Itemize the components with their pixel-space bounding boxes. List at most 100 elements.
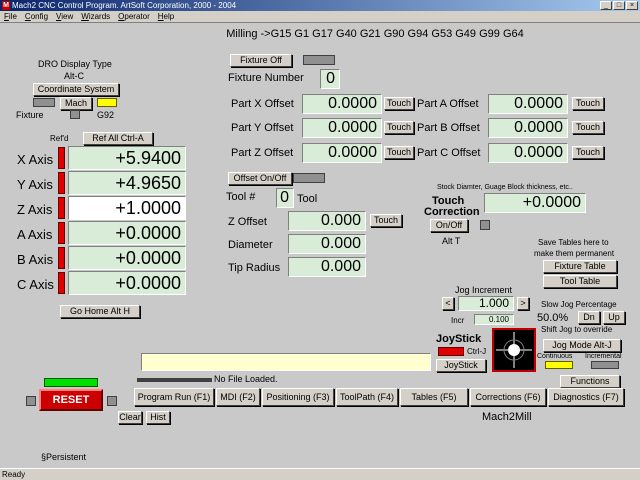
x-axis-label: X Axis [17, 152, 54, 167]
a-axis-dro[interactable]: +0.0000 [68, 221, 186, 245]
tip-radius-label: Tip Radius [228, 262, 281, 274]
menu-wizards[interactable]: Wizards [77, 11, 114, 23]
menu-help[interactable]: Help [154, 11, 178, 23]
part-a-touch-button[interactable]: Touch [572, 97, 604, 110]
y-axis-dro[interactable]: +4.9650 [68, 171, 186, 195]
menu-config[interactable]: Config [21, 11, 52, 23]
b-axis-ref-led [58, 247, 65, 269]
touch-correction-alt: Alt T [442, 236, 461, 246]
z-offset-touch-button[interactable]: Touch [370, 214, 402, 227]
mach-button[interactable]: Mach [60, 97, 92, 110]
hist-button[interactable]: Hist [146, 411, 170, 424]
touch-correction-onoff-button[interactable]: On/Off [430, 219, 468, 232]
offset-onoff-button[interactable]: Offset On/Off [228, 172, 292, 185]
b-axis-dro[interactable]: +0.0000 [68, 246, 186, 270]
menu-operator[interactable]: Operator [114, 11, 154, 23]
jog-mode-button[interactable]: Jog Mode Alt-J [543, 339, 621, 352]
z-axis-dro[interactable]: +1.0000 [68, 196, 186, 220]
fixture-table-button[interactable]: Fixture Table [543, 260, 617, 273]
close-button[interactable]: × [626, 1, 638, 10]
menu-file[interactable]: File [0, 11, 21, 23]
jog-increment-next-button[interactable]: > [517, 297, 529, 310]
a-axis-ref-led [58, 222, 65, 244]
go-home-button[interactable]: Go Home Alt H [60, 305, 140, 318]
part-z-touch-button[interactable]: Touch [384, 146, 414, 159]
menu-bar: File Config View Wizards Operator Help [0, 11, 640, 23]
z-offset-dro[interactable]: 0.000 [288, 211, 366, 231]
fixture-label: Fixture [16, 110, 44, 120]
touch-correction-label-2: Correction [424, 206, 480, 218]
g92-label: G92 [97, 110, 115, 120]
a-axis-label: A Axis [17, 227, 53, 242]
part-y-touch-button[interactable]: Touch [384, 121, 414, 134]
tool-table-button[interactable]: Tool Table [543, 275, 617, 288]
mdi-input[interactable] [141, 353, 431, 371]
tab-corrections[interactable]: Corrections (F6) [470, 388, 546, 406]
clear-button[interactable]: Clear [118, 411, 142, 424]
minimize-button[interactable]: _ [600, 1, 612, 10]
part-x-offset-dro[interactable]: 0.0000 [302, 94, 382, 114]
g92-led [97, 98, 117, 107]
fixture-number-dro[interactable]: 0 [320, 69, 340, 89]
part-b-offset-label: Part B Offset [417, 122, 480, 134]
ref-all-button[interactable]: Ref All Ctrl-A [83, 132, 153, 145]
reset-button[interactable]: RESET [39, 389, 103, 411]
z-axis-ref-led [58, 197, 65, 219]
slow-jog-dn-button[interactable]: Dn [578, 311, 600, 324]
slow-jog-up-button[interactable]: Up [603, 311, 625, 324]
tool-number-dro[interactable]: 0 [276, 188, 294, 208]
app-icon[interactable]: M [2, 1, 10, 10]
tip-radius-dro[interactable]: 0.000 [288, 257, 366, 277]
y-axis-ref-led [58, 172, 65, 194]
fixture-number-label: Fixture Number [228, 72, 304, 84]
x-axis-dro[interactable]: +5.9400 [68, 146, 186, 170]
tab-tables[interactable]: Tables (F5) [400, 388, 468, 406]
part-a-offset-dro[interactable]: 0.0000 [488, 94, 568, 114]
joystick-pad[interactable] [492, 328, 536, 372]
part-c-offset-dro[interactable]: 0.0000 [488, 143, 568, 163]
part-b-touch-button[interactable]: Touch [572, 121, 604, 134]
functions-button[interactable]: Functions [560, 375, 620, 388]
dro-display-type-label: DRO Display Type [38, 59, 112, 69]
status-text: Ready [2, 470, 26, 479]
joystick-button[interactable]: JoyStick [436, 359, 486, 372]
tables-note-2: make them permanent [534, 249, 615, 258]
file-progress-bar [137, 378, 212, 382]
touch-correction-note: Stock Diamter, Guage Block thickness, et… [437, 184, 573, 191]
c-axis-ref-led [58, 272, 65, 294]
incr-dro[interactable]: 0.100 [474, 314, 514, 325]
slow-jog-value: 50.0% [537, 312, 569, 324]
fixture-off-button[interactable]: Fixture Off [230, 54, 292, 67]
part-y-offset-dro[interactable]: 0.0000 [302, 118, 382, 138]
tab-program-run[interactable]: Program Run (F1) [134, 388, 214, 406]
tab-diagnostics[interactable]: Diagnostics (F7) [548, 388, 624, 406]
part-z-offset-dro[interactable]: 0.0000 [302, 143, 382, 163]
jog-increment-label: Jog Increment [455, 285, 513, 295]
fixture-led [33, 98, 55, 107]
part-b-offset-dro[interactable]: 0.0000 [488, 118, 568, 138]
title-bar: Mach2 CNC Control Program. ArtSoft Corpo… [0, 0, 640, 11]
part-x-offset-label: Part X Offset [231, 98, 294, 110]
coordinate-system-button[interactable]: Coordinate System [33, 83, 119, 96]
jog-increment-prev-button[interactable]: < [442, 297, 454, 310]
window-title: Mach2 CNC Control Program. ArtSoft Corpo… [12, 1, 237, 10]
maximize-button[interactable]: □ [613, 1, 625, 10]
jog-increment-dro[interactable]: 1.000 [458, 296, 514, 311]
tab-positioning[interactable]: Positioning (F3) [262, 388, 334, 406]
part-c-touch-button[interactable]: Touch [572, 146, 604, 159]
touch-correction-dro[interactable]: +0.0000 [484, 193, 586, 213]
dro-display-hotkey: Alt-C [64, 71, 84, 81]
tab-mdi[interactable]: MDI (F2) [216, 388, 260, 406]
tab-toolpath[interactable]: ToolPath (F4) [336, 388, 398, 406]
menu-view[interactable]: View [52, 11, 77, 23]
joystick-crosshair-icon [496, 332, 532, 368]
continuous-label: Continuous [537, 353, 573, 360]
c-axis-dro[interactable]: +0.0000 [68, 271, 186, 295]
diameter-dro[interactable]: 0.000 [288, 234, 366, 254]
file-status: No File Loaded. [214, 374, 278, 384]
app-name-label: Mach2Mill [482, 411, 532, 423]
reset-led [44, 378, 98, 387]
part-c-offset-label: Part C Offset [417, 147, 481, 159]
status-bar: Ready [0, 468, 640, 480]
part-x-touch-button[interactable]: Touch [384, 97, 414, 110]
